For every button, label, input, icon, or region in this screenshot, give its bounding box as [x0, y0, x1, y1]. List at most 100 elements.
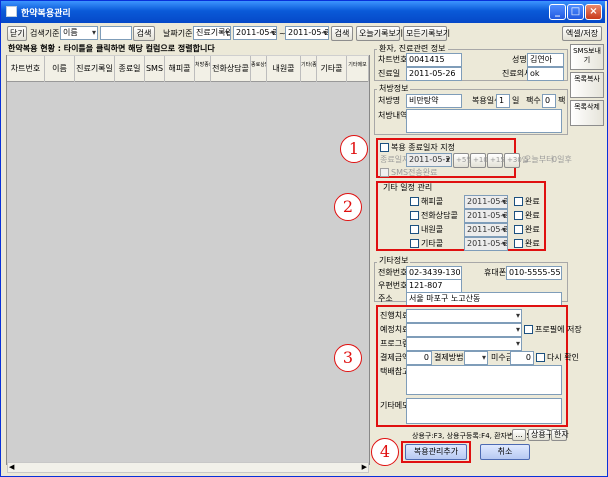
other-call-done[interactable]: 완료	[514, 238, 540, 250]
unpaid-field[interactable]: 0	[510, 351, 534, 365]
column-header[interactable]: 기타(종료)	[301, 56, 317, 82]
plus10-button[interactable]: +10일	[470, 153, 494, 168]
happy-call-checkbox[interactable]	[410, 197, 419, 206]
close-button[interactable]: 닫기	[7, 26, 27, 41]
prescription-name-field[interactable]: 비만탕약	[406, 94, 462, 108]
phone-label: 전화번호	[378, 268, 408, 277]
sms-sent-checkbox[interactable]	[380, 168, 389, 177]
plus5-button[interactable]: +5일	[453, 153, 473, 168]
days-field[interactable]: 1	[496, 94, 510, 108]
phone-call-checkbox[interactable]	[410, 211, 419, 220]
scroll-right-icon[interactable]: ▶	[362, 463, 367, 471]
sms-send-tab[interactable]: SMS보내기	[570, 44, 604, 70]
horizontal-scrollbar[interactable]: ◀ ▶	[7, 462, 369, 473]
column-header[interactable]: 이름	[45, 56, 75, 82]
visit-date-field[interactable]: 2011-05-26	[406, 67, 462, 81]
column-header[interactable]: 종료일	[115, 56, 145, 82]
cancel-button[interactable]: 취소	[480, 444, 530, 460]
name-label: 성명	[512, 55, 527, 64]
column-header[interactable]: 전화상담콜	[211, 56, 251, 82]
visit-date-label: 진료일	[378, 69, 401, 78]
program-select[interactable]	[406, 337, 522, 351]
delete-list-tab[interactable]: 목록삭제	[570, 100, 604, 126]
date-from-select[interactable]: 2011-05-20	[233, 26, 277, 40]
column-header[interactable]: 기타메모	[347, 56, 369, 82]
doctor-field[interactable]: ok	[527, 67, 564, 81]
visit-call-check[interactable]: 내원콜	[410, 224, 443, 236]
column-header[interactable]: SMS	[145, 56, 165, 82]
phone-field[interactable]: 02-3439-1300	[406, 266, 462, 280]
column-header[interactable]: 차트번호	[7, 56, 45, 82]
grid-title: 한약복용 현황 : 타이틀을 클릭하면 해당 컬럼으로 정렬합니다	[6, 43, 370, 55]
mobile-field[interactable]: 010-5555-5555	[506, 266, 562, 280]
packs-unit: 팩	[558, 96, 566, 105]
patient-grid[interactable]	[6, 43, 370, 465]
maximize-icon[interactable]: □	[567, 4, 584, 20]
phone-call-check[interactable]: 전화상담콜	[410, 210, 458, 222]
from-today-label: 오늘부터	[524, 155, 554, 164]
prescription-detail-textarea[interactable]	[406, 109, 562, 133]
end-date-select[interactable]: 2011-05-27	[406, 153, 452, 167]
search-input[interactable]	[100, 26, 132, 40]
plus15-button[interactable]: +15일	[487, 153, 511, 168]
phrase-button[interactable]: 상용구	[528, 429, 553, 441]
column-header[interactable]: 진료기록일	[75, 56, 115, 82]
other-call-date[interactable]: 2011-05-27	[464, 237, 508, 251]
address-field[interactable]: 서울 마포구 노고산동	[406, 292, 562, 306]
minimize-icon[interactable]: _	[549, 4, 566, 20]
add-medication-button[interactable]: 복용관리추가	[405, 444, 467, 460]
save-program-check[interactable]: 프로필에 저장	[524, 324, 582, 336]
happy-call-date[interactable]: 2011-05-27	[464, 195, 508, 209]
date-key-select[interactable]: 진료기록일	[193, 26, 231, 40]
excel-save-button[interactable]: 엑셀/저장	[562, 26, 602, 41]
other-call-checkbox[interactable]	[410, 239, 419, 248]
happy-call-check[interactable]: 해피콜	[410, 196, 443, 208]
visit-call-done[interactable]: 완료	[514, 224, 540, 236]
sms-sent-check[interactable]: SMS전송완료	[380, 167, 438, 179]
delivery-textarea[interactable]	[406, 365, 562, 395]
scroll-left-icon[interactable]: ◀	[9, 463, 14, 471]
search-key-select[interactable]: 이름	[60, 26, 98, 40]
happy-call-done-checkbox[interactable]	[514, 197, 523, 206]
memo-textarea[interactable]	[406, 398, 562, 424]
planned-treatment-select[interactable]	[406, 323, 522, 337]
end-date-checkbox[interactable]	[380, 143, 389, 152]
name-field[interactable]: 김연아	[527, 53, 564, 67]
visit-call-checkbox[interactable]	[410, 225, 419, 234]
address-label: 주소	[378, 294, 393, 303]
today-records-button[interactable]: 오늘기록보기	[356, 26, 403, 41]
visit-call-done-checkbox[interactable]	[514, 225, 523, 234]
phone-call-date[interactable]: 2011-05-27	[464, 209, 508, 223]
happy-call-done[interactable]: 완료	[514, 196, 540, 208]
more-button[interactable]: ...	[512, 429, 526, 441]
chart-no-field[interactable]: 0041415	[406, 53, 462, 67]
hanja-button[interactable]: 한자	[551, 429, 569, 441]
method-select[interactable]	[464, 351, 488, 365]
close-icon[interactable]: ×	[585, 4, 602, 20]
save-program-checkbox[interactable]	[524, 325, 533, 334]
days-after-label: 0일후	[552, 155, 572, 164]
other-call-done-checkbox[interactable]	[514, 239, 523, 248]
visit-call-date[interactable]: 2011-05-27	[464, 223, 508, 237]
recheck-check[interactable]: 다시 확인	[536, 352, 579, 364]
search-button[interactable]: 검색	[133, 26, 155, 41]
date-to-select[interactable]: 2011-05-26	[285, 26, 329, 40]
phone-call-done-checkbox[interactable]	[514, 211, 523, 220]
column-header[interactable]: 기타콜	[317, 56, 347, 82]
column-header[interactable]: 처방종료일	[195, 56, 211, 82]
all-records-button[interactable]: 모든기록보기	[403, 26, 450, 41]
recheck-checkbox[interactable]	[536, 353, 545, 362]
other-call-check[interactable]: 기타콜	[410, 238, 443, 250]
column-header[interactable]: 내원콜	[267, 56, 301, 82]
current-treatment-select[interactable]	[406, 309, 522, 323]
amount-field[interactable]: 0	[406, 351, 432, 365]
column-header[interactable]: 종료상담/종료	[251, 56, 267, 82]
date-search-button[interactable]: 검색	[331, 26, 353, 41]
phone-call-done[interactable]: 완료	[514, 210, 540, 222]
plus30-button[interactable]: +30일	[504, 153, 528, 168]
zip-field[interactable]: 121-807	[406, 279, 462, 293]
copy-list-tab[interactable]: 목록복사	[570, 72, 604, 98]
column-header[interactable]: 해피콜	[165, 56, 195, 82]
packs-field[interactable]: 0	[542, 94, 556, 108]
method-label: 결제방법	[434, 353, 464, 362]
